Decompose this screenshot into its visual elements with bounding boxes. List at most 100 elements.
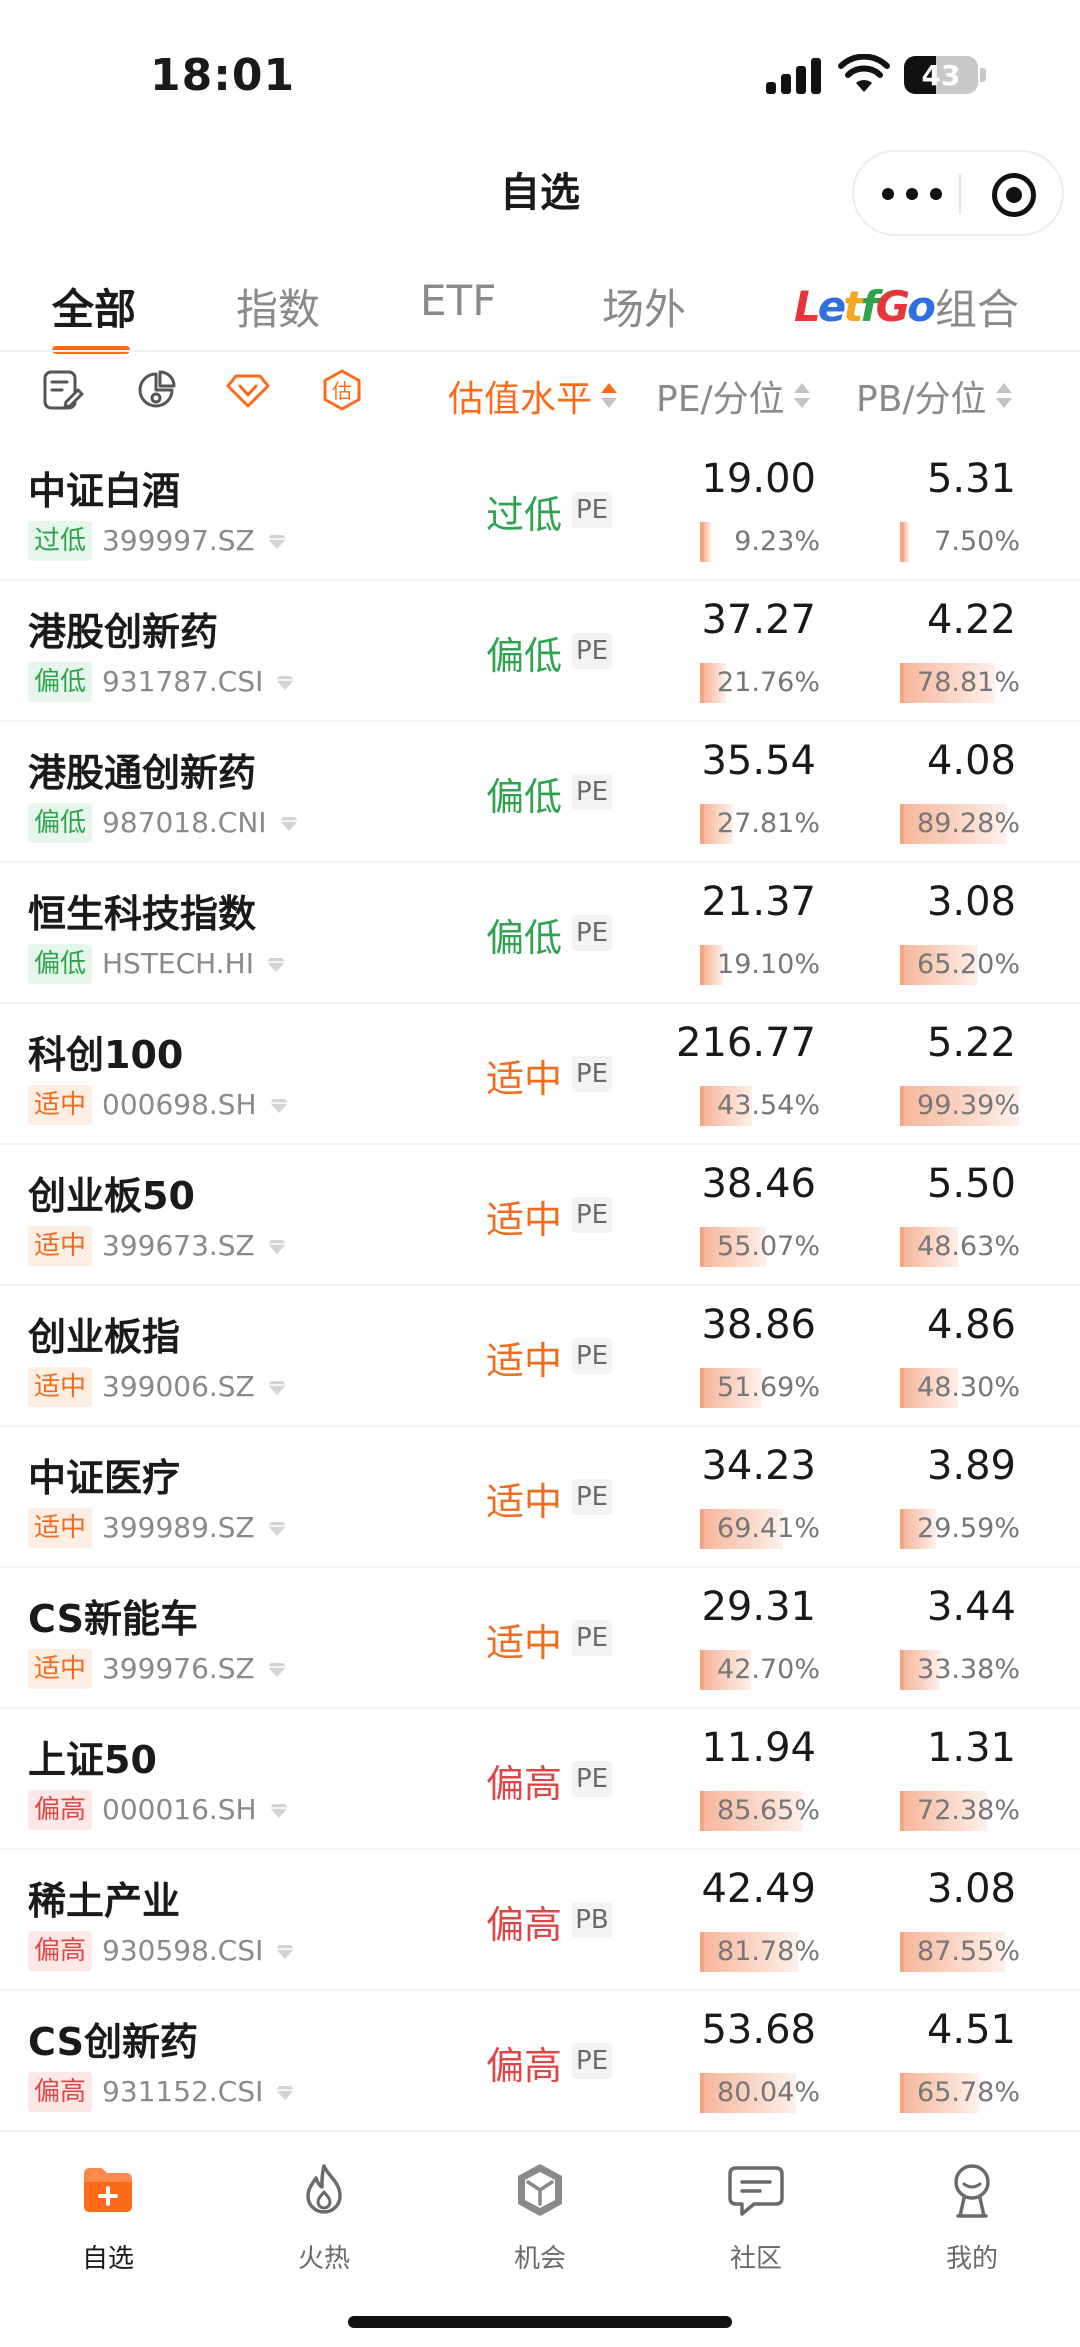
pb-value: 5.50	[926, 1161, 1016, 1207]
sort-pe-percentile[interactable]: PE/分位	[656, 370, 811, 422]
metric-tag: PE	[572, 1056, 612, 1092]
gem-icon	[280, 817, 298, 831]
tabbar-profile[interactable]: 我的	[902, 2160, 1042, 2275]
sort-valuation-level-label: 估值水平	[448, 379, 593, 420]
gem-icon	[268, 535, 286, 549]
tabbar-label: 社区	[729, 2244, 782, 2274]
index-code: 987018.CNI	[102, 806, 267, 839]
pb-percentile: 48.30%	[900, 1368, 1020, 1408]
pe-percentile-text: 42.70%	[717, 1654, 820, 1685]
folder-plus-icon	[84, 2168, 132, 2212]
tabbar-community[interactable]: 社区	[686, 2160, 826, 2275]
metric-tag: PE	[572, 492, 612, 528]
pb-value: 3.08	[926, 1866, 1016, 1912]
pb-percentile-text: 48.30%	[917, 1372, 1020, 1403]
profile-icon	[954, 2164, 990, 2218]
tabbar-label: 机会	[513, 2244, 566, 2274]
watchlist-row[interactable]: 创业板50 适中 399673.SZ 适中 PE 38.46 55.07% 5.50 48.63…	[0, 1145, 1080, 1286]
gem-icon	[268, 1240, 286, 1254]
letsgo-logo-letter: L	[794, 281, 821, 331]
watchlist-row[interactable]: 中证医疗 适中 399989.SZ 适中 PE 34.23 69.41% 3.89 29.59%	[0, 1427, 1080, 1568]
letsgo-tab-label: 组合	[934, 284, 1019, 334]
wifi-icon	[838, 54, 890, 92]
pe-percentile: 43.54%	[700, 1086, 820, 1126]
diamond-icon[interactable]	[226, 368, 270, 412]
tabbar-opportunity[interactable]: 机会	[470, 2160, 610, 2275]
valuation-hexagon-icon[interactable]: 估	[320, 368, 364, 412]
watchlist-row[interactable]: 稀土产业 偏高 930598.CSI 偏高 PB 42.49 81.78% 3.08 87.55…	[0, 1850, 1080, 1991]
note-edit-icon[interactable]	[40, 368, 84, 412]
tabbar-hot[interactable]: 火热	[254, 2160, 394, 2275]
watchlist-row[interactable]: 上证50 偏高 000016.SH 偏高 PE 11.94 85.65% 1.31 72.38%	[0, 1709, 1080, 1850]
gem-icon	[268, 1381, 286, 1395]
index-code: 399997.SZ	[102, 524, 255, 557]
watchlist-row[interactable]: 港股创新药 偏低 931787.CSI 偏低 PE 37.27 21.76% 4.22 78.8…	[0, 581, 1080, 722]
valuation-level: 偏低	[486, 634, 563, 678]
pb-percentile-text: 33.38%	[917, 1654, 1020, 1685]
valuation-badge: 偏低	[28, 803, 93, 843]
pb-value: 4.08	[926, 738, 1016, 784]
pe-percentile: 27.81%	[700, 804, 820, 844]
pe-value: 19.00	[701, 456, 816, 502]
watchlist-row[interactable]: CS新能车 适中 399976.SZ 适中 PE 29.31 42.70% 3.44 33.38…	[0, 1568, 1080, 1709]
pb-value: 3.89	[926, 1443, 1016, 1489]
valuation-level: 偏低	[486, 775, 563, 819]
pb-value: 3.44	[926, 1584, 1016, 1630]
valuation-badge: 适中	[28, 1085, 93, 1125]
index-code: 931152.CSI	[102, 2075, 264, 2108]
tab-letsgo-portfolio[interactable]: LetfGo 组合	[794, 276, 1019, 336]
more-options-icon[interactable]	[882, 184, 942, 204]
tabbar-watchlist[interactable]: 自选	[38, 2160, 178, 2275]
close-mini-program-icon[interactable]	[992, 173, 1036, 217]
pe-percentile-bar	[700, 522, 712, 562]
tab-all[interactable]: 全部	[52, 276, 136, 337]
watchlist-row[interactable]: 中证白酒 过低 399997.SZ 过低 PE 19.00 9.23% 5.31 7.50%	[0, 440, 1080, 581]
sort-pb-label: PB/分位	[856, 379, 987, 420]
pe-value: 38.46	[701, 1161, 816, 1207]
valuation-badge: 适中	[28, 1508, 93, 1548]
battery-level: 43	[921, 58, 961, 92]
status-time: 18:01	[150, 50, 296, 101]
index-code: 399989.SZ	[102, 1511, 255, 1544]
sort-arrows-icon	[793, 381, 811, 411]
chat-icon	[728, 2166, 784, 2216]
index-code: 930598.CSI	[102, 1934, 264, 1967]
sort-pb-percentile[interactable]: PB/分位	[856, 370, 1013, 422]
tabbar-label: 自选	[81, 2244, 134, 2274]
watchlist-row[interactable]: 创业板指 适中 399006.SZ 适中 PE 38.86 51.69% 4.86 48.30%	[0, 1286, 1080, 1427]
valuation-level: 过低	[486, 493, 563, 537]
letsgo-logo-letter: G	[875, 281, 911, 331]
tab-etf[interactable]: ETF	[420, 276, 496, 325]
watchlist-row[interactable]: 港股通创新药 偏低 987018.CNI 偏低 PE 35.54 27.81% 4.08 89.…	[0, 722, 1080, 863]
pe-percentile-text: 85.65%	[717, 1795, 820, 1826]
pe-percentile-text: 55.07%	[717, 1231, 820, 1262]
valuation-badge: 偏高	[28, 1790, 93, 1830]
metric-tag: PE	[572, 2043, 612, 2079]
metric-tag: PB	[572, 1902, 612, 1938]
pb-percentile-bar	[900, 522, 909, 562]
pie-tag-icon[interactable]	[134, 368, 178, 412]
gem-icon	[270, 1804, 288, 1818]
pb-value: 4.51	[926, 2007, 1016, 2053]
metric-tag: PE	[572, 1338, 612, 1374]
watchlist-row[interactable]: 恒生科技指数 偏低 HSTECH.HI 偏低 PE 21.37 19.10% 3.08 65.2…	[0, 863, 1080, 1004]
pb-percentile: 89.28%	[900, 804, 1020, 844]
sort-valuation-level[interactable]: 估值水平	[448, 370, 618, 422]
cellular-signal-icon	[766, 58, 822, 94]
gem-icon	[267, 958, 285, 972]
metric-tag: PE	[572, 1197, 612, 1233]
index-name: 港股通创新药	[28, 751, 257, 795]
pb-value: 4.22	[926, 597, 1016, 643]
tab-otc[interactable]: 场外	[602, 276, 686, 337]
pe-percentile: 80.04%	[700, 2073, 820, 2113]
watchlist-row[interactable]: 科创100 适中 000698.SH 适中 PE 216.77 43.54% 5.22 99.3…	[0, 1004, 1080, 1145]
status-bar: 18:01 43	[0, 0, 1080, 140]
gem-icon	[276, 2086, 294, 2100]
valuation-level: 适中	[486, 1057, 563, 1101]
watchlist-row[interactable]: CS创新药 偏高 931152.CSI 偏高 PE 53.68 80.04% 4.51 65.7…	[0, 1991, 1080, 2132]
pe-value: 38.86	[701, 1302, 816, 1348]
index-name: 科创100	[28, 1033, 184, 1077]
metric-tag: PE	[572, 774, 612, 810]
tab-index[interactable]: 指数	[236, 276, 320, 337]
sort-pe-label: PE/分位	[656, 379, 785, 420]
